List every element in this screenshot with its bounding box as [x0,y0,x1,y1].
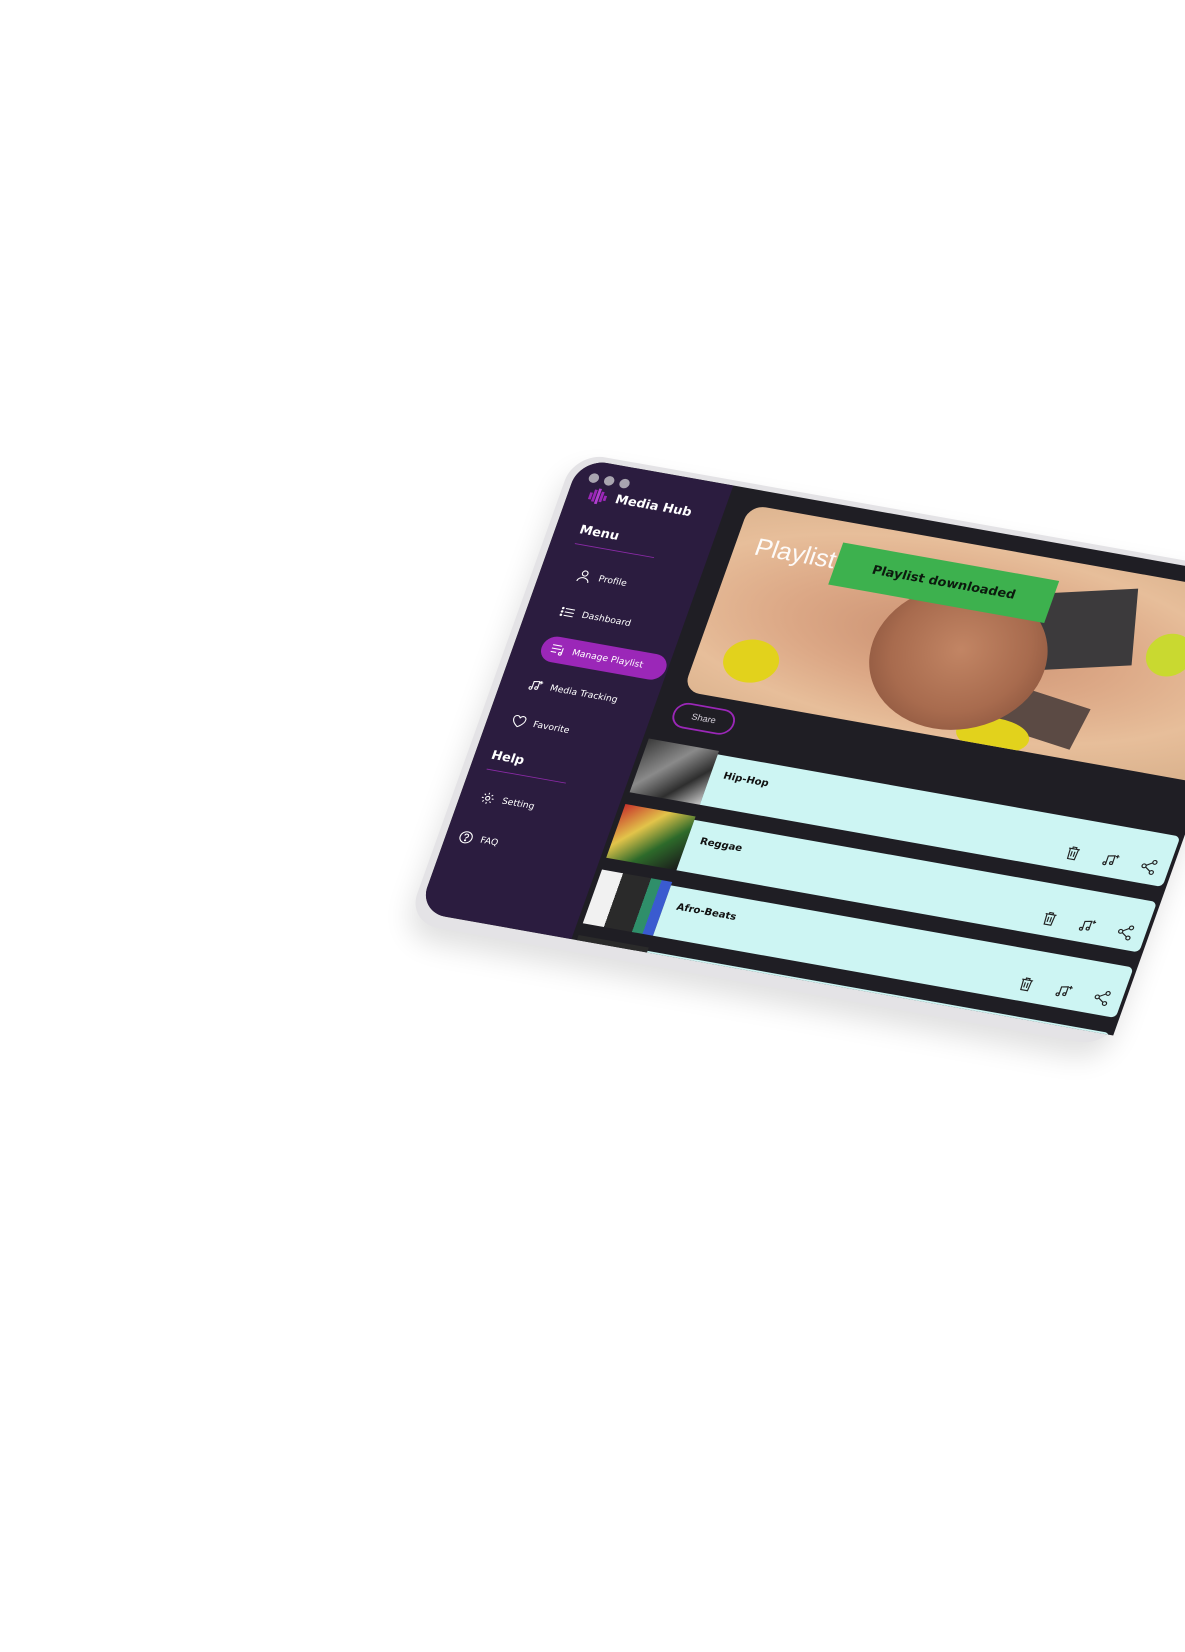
menu-title: Menu [577,522,622,544]
share-icon[interactable] [1090,988,1114,1008]
playlist-list: Hip-Hop Reggae Afro-Beats [555,738,1185,1036]
playlist-genre: Hip-Hop [721,770,771,789]
share-icon[interactable] [1137,857,1161,877]
music-add-icon[interactable] [1052,981,1076,1001]
menu-divider [574,543,655,559]
heart-icon [512,715,527,728]
share-icon[interactable] [1113,922,1137,942]
sidebar-item-label: Profile [597,573,629,589]
trash-icon[interactable] [1038,909,1062,929]
page-title: Playlist [751,533,841,574]
logo-icon [587,488,608,505]
device-mockup: Media Hub Menu Profile Dashboard Manage … [407,452,1185,1048]
help-divider [486,768,566,784]
gear-icon [481,792,494,804]
row-actions [1014,974,1114,1007]
trash-icon[interactable] [1061,843,1085,863]
sidebar-item-label: Media Tracking [548,683,620,705]
sidebar-item-label: Manage Playlist [570,647,645,670]
sidebar-item-label: Dashboard [580,610,633,629]
question-icon [459,831,473,844]
app-name: Media Hub [613,492,694,520]
sidebar-item-favorite[interactable]: Favorite [498,706,583,745]
window-dot-icon[interactable] [617,478,632,490]
window-dot-icon[interactable] [602,475,616,487]
album-thumbnail [559,935,649,1002]
window-dot-icon[interactable] [587,472,601,484]
user-icon [576,570,589,583]
sidebar-item-setting[interactable]: Setting [467,783,548,821]
app-screen: Media Hub Menu Profile Dashboard Manage … [418,458,1185,1036]
brand: Media Hub [585,485,694,522]
sidebar-item-profile[interactable]: Profile [564,561,641,598]
sidebar-item-faq[interactable]: FAQ [445,822,511,857]
share-button[interactable]: Share [668,700,739,737]
sidebar-item-label: Favorite [531,719,571,736]
list-icon [559,606,576,618]
music-add-icon[interactable] [1075,915,1099,935]
help-title: Help [489,748,527,768]
sidebar-item-manage-playlist[interactable]: Manage Playlist [537,634,671,682]
playlist-hero-image: Playlist Playlist downloaded [683,504,1185,784]
playlist-genre: Afro-Beats [674,901,739,923]
music-add-icon [528,680,544,690]
sidebar-item-dashboard[interactable]: Dashboard [547,597,644,638]
sidebar-item-label: FAQ [478,835,500,848]
row-actions [1038,909,1138,942]
music-add-icon[interactable] [1099,850,1123,870]
hero-flower [1139,630,1185,681]
row-actions [1061,843,1161,876]
playlist-genre: Reggae [698,835,745,854]
trash-icon[interactable] [1014,974,1038,994]
sidebar-item-media-tracking[interactable]: Media Tracking [515,670,631,714]
hero-flower [716,635,786,687]
playlist-icon [550,644,564,656]
sidebar-item-label: Setting [500,796,536,812]
